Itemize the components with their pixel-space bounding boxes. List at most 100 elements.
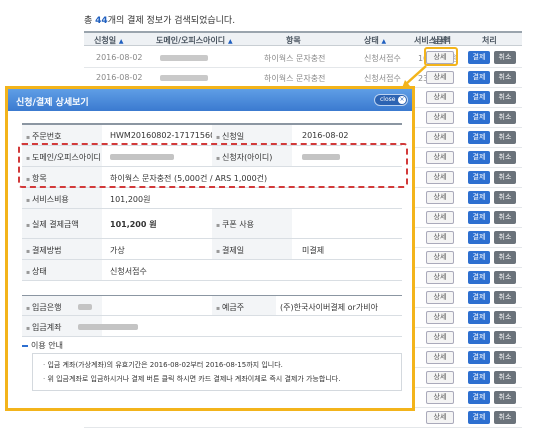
highlight-dashed-box xyxy=(18,143,408,188)
row-service-fee: 서비스비용 101,200원 xyxy=(22,188,402,209)
apply-date-value: 2016-08-02 xyxy=(302,131,349,140)
cancel-button[interactable]: 취소 xyxy=(494,191,516,204)
search-summary: 총 44개의 결제 정보가 검색되었습니다. xyxy=(84,16,236,26)
detail-button[interactable]: 상세 xyxy=(426,111,454,124)
detail-button[interactable]: 상세 xyxy=(426,331,454,344)
cancel-button[interactable]: 취소 xyxy=(494,311,516,324)
detail-button[interactable]: 상세 xyxy=(426,271,454,284)
row-domain xyxy=(160,73,208,82)
detail-button[interactable]: 상세 xyxy=(426,351,454,364)
header-date[interactable]: 신청일 ▲ xyxy=(94,35,124,46)
pay-button[interactable]: 결제 xyxy=(468,391,490,404)
pay-button[interactable]: 결제 xyxy=(468,271,490,284)
state-value: 신청서접수 xyxy=(110,267,147,276)
detail-button[interactable]: 상세 xyxy=(426,171,454,184)
cancel-button[interactable]: 취소 xyxy=(494,411,516,424)
cancel-button[interactable]: 취소 xyxy=(494,371,516,384)
notice-line: 위 입금계좌로 입금하시거나 결제 버튼 클릭 하시면 카드 결제나 계좌이체로… xyxy=(43,374,395,388)
pay-button[interactable]: 결제 xyxy=(468,251,490,264)
notice-box: 입금 계좌(가상계좌)의 유효기간은 2016-08-02부터 2016-08-… xyxy=(32,353,402,391)
row-paid-amount: 실제 결제금액 101,200 원 쿠폰 사용 xyxy=(22,209,402,239)
payment-table: 신청일 ▲ 도메인/오피스아이디 ▲ 항목 상태 ▲ 서비스금액 상세 처리 2… xyxy=(84,31,522,428)
pay-button[interactable]: 결제 xyxy=(468,411,490,424)
cancel-button[interactable]: 취소 xyxy=(494,171,516,184)
pay-button[interactable]: 결제 xyxy=(468,51,490,64)
detail-button[interactable]: 상세 xyxy=(426,411,454,424)
paid-amount-value: 101,200 원 xyxy=(110,220,157,229)
payment-detail-modal: 신청/결제 상세보기 close × 주문번호 HWM20160802-1717… xyxy=(5,86,415,411)
detail-button[interactable]: 상세 xyxy=(426,311,454,324)
pay-date-value: 미결제 xyxy=(302,246,325,255)
pay-button[interactable]: 결제 xyxy=(468,331,490,344)
header-detail: 상세 xyxy=(432,36,447,45)
result-count: 44 xyxy=(95,16,108,26)
pay-button[interactable]: 결제 xyxy=(468,371,490,384)
detail-button[interactable]: 상세 xyxy=(426,291,454,304)
row-item: 하이웍스 문자충전 xyxy=(264,74,326,83)
detail-button[interactable]: 상세 xyxy=(426,371,454,384)
pay-button[interactable]: 결제 xyxy=(468,351,490,364)
pay-button[interactable]: 결제 xyxy=(468,211,490,224)
service-fee-label: 서비스비용 xyxy=(22,188,102,208)
detail-button[interactable]: 상세 xyxy=(426,251,454,264)
pay-button[interactable]: 결제 xyxy=(468,311,490,324)
close-button[interactable]: close × xyxy=(374,94,408,106)
header-status[interactable]: 상태 ▲ xyxy=(364,35,386,46)
cancel-button[interactable]: 취소 xyxy=(494,91,516,104)
pay-button[interactable]: 결제 xyxy=(468,231,490,244)
cancel-button[interactable]: 취소 xyxy=(494,211,516,224)
pay-method-value: 가상 xyxy=(110,246,125,255)
pay-button[interactable]: 결제 xyxy=(468,291,490,304)
detail-button[interactable]: 상세 xyxy=(426,391,454,404)
service-fee-value: 101,200원 xyxy=(110,195,151,204)
notice-title: 이용 안내 xyxy=(22,340,63,351)
detail-button[interactable]: 상세 xyxy=(426,231,454,244)
detail-button[interactable]: 상세 xyxy=(426,131,454,144)
pay-method-label: 결제방법 xyxy=(22,239,102,259)
apply-date-label: 신청일 xyxy=(212,125,292,145)
cancel-button[interactable]: 취소 xyxy=(494,111,516,124)
row-date: 2016-08-02 xyxy=(96,53,143,62)
row-deposit-account: 입금계좌 xyxy=(22,316,402,337)
deposit-bank-value xyxy=(78,302,92,311)
pay-button[interactable]: 결제 xyxy=(468,111,490,124)
state-label: 상태 xyxy=(22,260,102,280)
table-row: 상세 결제 취소 xyxy=(84,408,522,428)
cancel-button[interactable]: 취소 xyxy=(494,71,516,84)
close-icon: × xyxy=(398,96,406,104)
depositor-label: 예금주 xyxy=(212,296,276,315)
detail-button[interactable]: 상세 xyxy=(426,71,454,84)
row-item: 하이웍스 문자충전 xyxy=(264,54,326,63)
cancel-button[interactable]: 취소 xyxy=(494,331,516,344)
pay-button[interactable]: 결제 xyxy=(468,91,490,104)
pay-button[interactable]: 결제 xyxy=(468,71,490,84)
cancel-button[interactable]: 취소 xyxy=(494,271,516,284)
row-domain xyxy=(160,53,208,62)
cancel-button[interactable]: 취소 xyxy=(494,251,516,264)
cancel-button[interactable]: 취소 xyxy=(494,391,516,404)
cancel-button[interactable]: 취소 xyxy=(494,131,516,144)
pay-button[interactable]: 결제 xyxy=(468,151,490,164)
header-domain[interactable]: 도메인/오피스아이디 ▲ xyxy=(156,35,233,46)
deposit-account-value xyxy=(78,322,138,331)
cancel-button[interactable]: 취소 xyxy=(494,351,516,364)
detail-button[interactable]: 상세 xyxy=(426,211,454,224)
cancel-button[interactable]: 취소 xyxy=(494,291,516,304)
pay-button[interactable]: 결제 xyxy=(468,191,490,204)
pay-button[interactable]: 결제 xyxy=(468,171,490,184)
cancel-button[interactable]: 취소 xyxy=(494,231,516,244)
row-state: 상태 신청서접수 xyxy=(22,260,402,281)
detail-button[interactable]: 상세 xyxy=(426,191,454,204)
detail-button[interactable]: 상세 xyxy=(426,151,454,164)
paid-amount-label: 실제 결제금액 xyxy=(22,209,102,238)
table-row: 2016-08-02하이웍스 문자충전신청서접수23,650원상세결제취소 xyxy=(84,68,522,88)
notice-line: 입금 계좌(가상계좌)의 유효기간은 2016-08-02부터 2016-08-… xyxy=(43,360,395,374)
row-pay-method: 결제방법 가상 결제일 미결제 xyxy=(22,239,402,260)
header-process: 처리 xyxy=(482,36,497,45)
order-no-label: 주문번호 xyxy=(22,125,102,145)
cancel-button[interactable]: 취소 xyxy=(494,51,516,64)
header-item: 항목 xyxy=(286,36,301,45)
detail-button[interactable]: 상세 xyxy=(426,91,454,104)
cancel-button[interactable]: 취소 xyxy=(494,151,516,164)
pay-button[interactable]: 결제 xyxy=(468,131,490,144)
